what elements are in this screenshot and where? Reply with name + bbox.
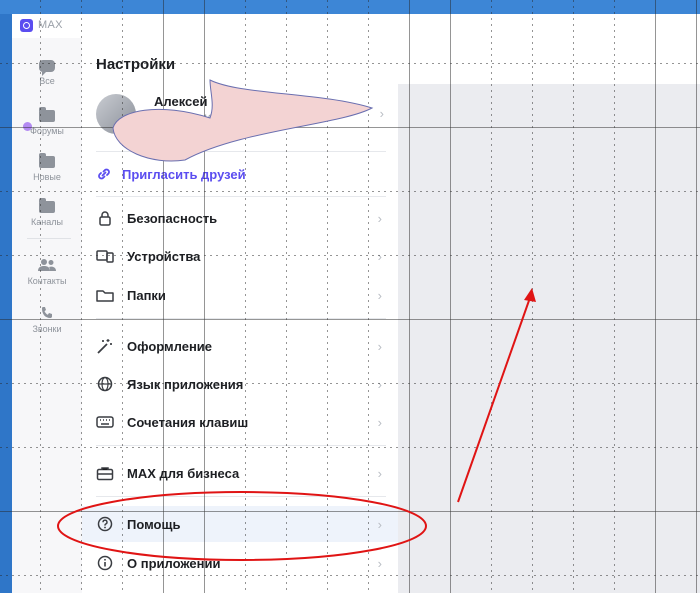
rail-item-forums[interactable]: Форумы	[12, 107, 82, 136]
folder-icon	[39, 153, 55, 168]
content-area	[398, 84, 700, 593]
settings-item-help[interactable]: Помощь ›	[82, 506, 398, 542]
folder-icon	[39, 107, 55, 122]
invite-label: Пригласить друзей	[122, 166, 246, 182]
divider	[96, 196, 386, 197]
window-titlebar: MAX	[12, 14, 700, 38]
rail-item-label: Форумы	[30, 126, 64, 136]
divider	[96, 445, 386, 446]
chevron-right-icon: ›	[377, 376, 382, 392]
settings-item-label: Устройства	[127, 248, 201, 264]
settings-item-label: Помощь	[127, 516, 181, 532]
rail-item-all[interactable]: Все	[12, 60, 82, 86]
settings-item-label: О приложении	[127, 555, 221, 571]
settings-item-label: Безопасность	[127, 210, 218, 226]
info-icon	[96, 554, 114, 572]
magic-wand-icon	[96, 337, 114, 355]
folder-icon	[96, 286, 114, 304]
settings-item-label: Папки	[127, 287, 166, 303]
profile-card[interactable]: Алексей К +7 923 748 ›	[96, 94, 386, 138]
briefcase-icon	[96, 464, 114, 482]
app-name: MAX	[38, 19, 63, 31]
profile-name: Алексей К	[154, 94, 220, 109]
desktop-edge	[0, 0, 700, 593]
settings-item-label: Сочетания клавиш	[127, 414, 249, 430]
divider	[96, 318, 386, 319]
settings-panel: Настройки Алексей К +7 923 748 › Приглас…	[82, 38, 398, 593]
devices-icon	[96, 247, 114, 265]
avatar	[96, 94, 136, 134]
settings-item-label: MAX для бизнеса	[127, 465, 240, 481]
rail-item-contacts[interactable]: Контакты	[12, 258, 82, 286]
chevron-right-icon: ›	[377, 555, 382, 571]
divider	[96, 496, 386, 497]
settings-item-folders[interactable]: Папки ›	[82, 277, 398, 313]
rail-item-channels[interactable]: Каналы	[12, 198, 82, 227]
settings-item-shortcuts[interactable]: Сочетания клавиш ›	[82, 404, 398, 440]
settings-item-language[interactable]: Язык приложения ›	[82, 366, 398, 402]
chat-icon	[39, 60, 55, 76]
rail-item-label: Звонки	[32, 324, 62, 334]
lock-icon	[96, 209, 114, 227]
rail-item-label: Каналы	[31, 217, 63, 227]
rail-item-label: Новые	[33, 172, 61, 182]
rail-item-new[interactable]: Новые	[12, 153, 82, 182]
chevron-right-icon: ›	[377, 465, 382, 481]
desktop-topbar	[0, 0, 700, 14]
rail-item-calls[interactable]: Звонки	[12, 306, 82, 334]
settings-item-appearance[interactable]: Оформление ›	[82, 328, 398, 364]
globe-icon	[96, 375, 114, 393]
link-icon	[98, 168, 110, 180]
settings-item-about[interactable]: О приложении ›	[82, 545, 398, 581]
contacts-icon	[38, 259, 56, 271]
chevron-right-icon: ›	[377, 248, 382, 264]
keyboard-icon	[96, 413, 114, 431]
phone-icon	[42, 307, 52, 318]
app-logo-icon	[20, 19, 33, 32]
settings-item-label: Оформление	[127, 338, 213, 354]
chevron-right-icon: ›	[377, 338, 382, 354]
settings-item-devices[interactable]: Устройства ›	[82, 238, 398, 274]
rail-divider	[27, 238, 71, 239]
page-title: Настройки	[96, 56, 176, 73]
content-header	[398, 38, 700, 84]
rail-item-label: Все	[39, 76, 55, 86]
help-icon	[96, 515, 114, 533]
nav-rail: Все Форумы Новые Каналы Контакты Звонки	[12, 38, 82, 593]
chevron-right-icon: ›	[379, 106, 384, 121]
profile-phone: +7 923 748	[154, 112, 215, 126]
folder-icon	[39, 198, 55, 213]
rail-item-label: Контакты	[27, 276, 67, 286]
settings-item-label: Язык приложения	[127, 376, 244, 392]
chevron-right-icon: ›	[377, 210, 382, 226]
settings-item-business[interactable]: MAX для бизнеса ›	[82, 455, 398, 491]
settings-item-security[interactable]: Безопасность ›	[82, 200, 398, 236]
chevron-right-icon: ›	[377, 287, 382, 303]
chevron-right-icon: ›	[377, 414, 382, 430]
chevron-right-icon: ›	[377, 516, 382, 532]
invite-friends-link[interactable]: Пригласить друзей	[96, 164, 246, 184]
divider	[96, 151, 386, 152]
